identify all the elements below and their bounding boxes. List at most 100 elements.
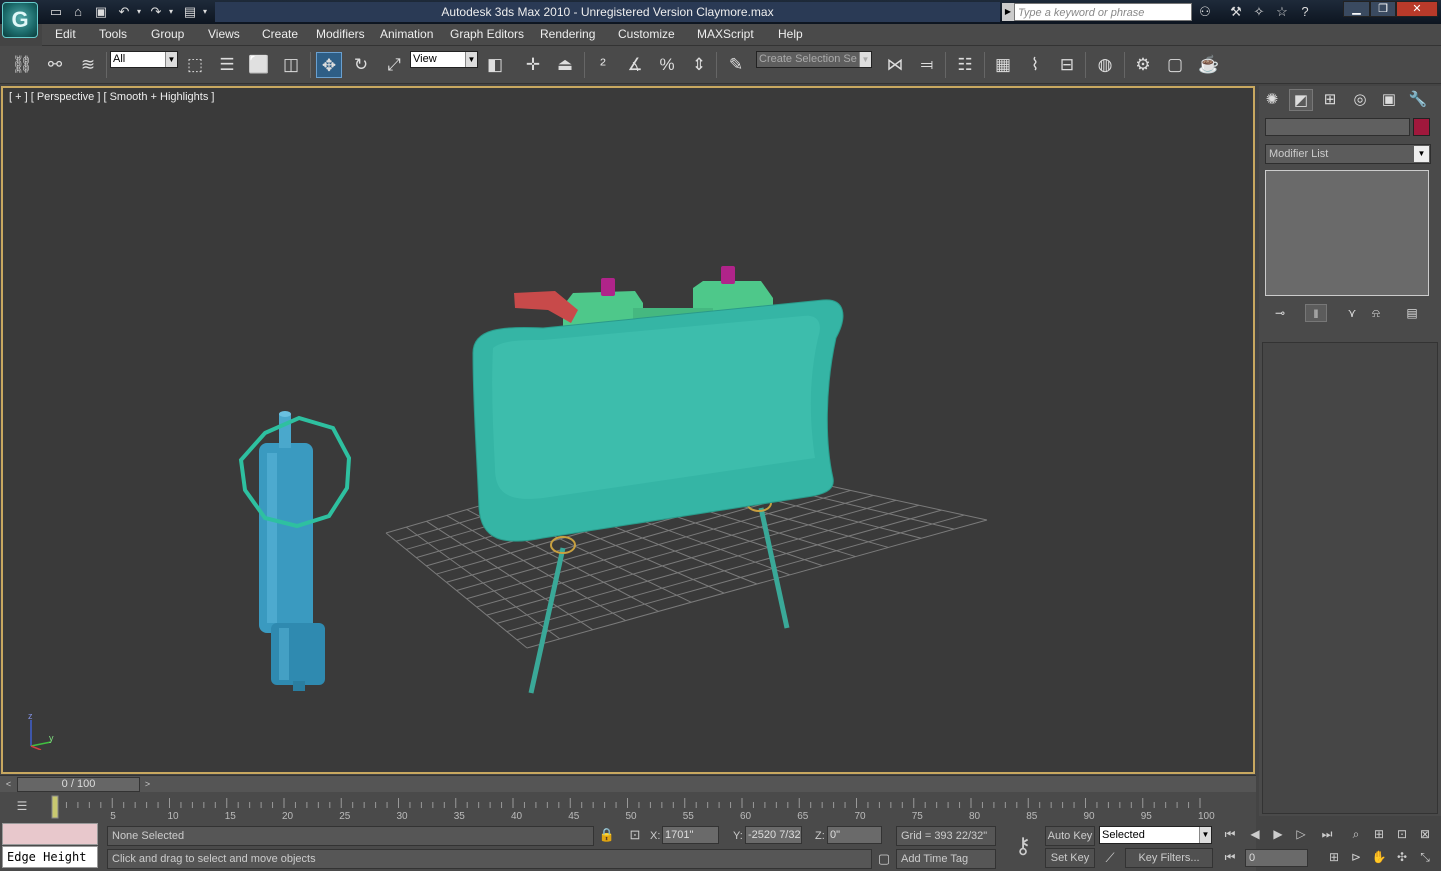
time-tag-icon[interactable]: ▢ — [875, 850, 893, 868]
save-icon[interactable]: ▣ — [93, 4, 109, 20]
tools-icon[interactable]: ⚒ — [1227, 3, 1245, 21]
time-slider[interactable]: < 0 / 100 > — [0, 775, 1256, 792]
x-coordinate-field[interactable]: 1701" — [662, 826, 719, 844]
field-of-view-icon[interactable]: ⊳ — [1346, 847, 1366, 867]
layer-manager-icon[interactable]: ☷ — [952, 52, 978, 78]
snaps-toggle-icon[interactable]: ² — [590, 52, 616, 78]
time-slider-thumb[interactable]: 0 / 100 — [17, 777, 140, 792]
previous-frame-icon[interactable]: ◀ — [1245, 824, 1265, 844]
bind-to-space-warp-icon[interactable]: ≋ — [75, 52, 101, 78]
menu-help[interactable]: Help — [778, 27, 803, 41]
go-to-start-icon[interactable]: ⏮ — [1220, 824, 1240, 844]
help-icon[interactable]: ? — [1296, 3, 1314, 21]
modify-tab-icon[interactable]: ◩ — [1289, 89, 1313, 111]
search-input[interactable]: Type a keyword or phrase — [1014, 3, 1192, 21]
window-crossing-icon[interactable]: ◫ — [278, 52, 304, 78]
maxscript-listener-mini[interactable] — [2, 823, 98, 845]
zoom-all-icon[interactable]: ⊞ — [1369, 824, 1389, 844]
menu-views[interactable]: Views — [208, 27, 240, 41]
zoom-extents-icon[interactable]: ⊡ — [1392, 824, 1412, 844]
undo-dropdown-icon[interactable]: ▾ — [134, 4, 144, 20]
motion-tab-icon[interactable]: ◎ — [1348, 89, 1372, 111]
current-time-marker[interactable] — [51, 795, 59, 819]
hierarchy-tab-icon[interactable]: ⊞ — [1318, 89, 1342, 111]
auto-key-button[interactable]: Auto Key — [1045, 826, 1095, 846]
modifier-list-dropdown[interactable]: Modifier List ▼ — [1265, 144, 1431, 164]
menu-rendering[interactable]: Rendering — [540, 27, 595, 41]
restore-icon[interactable]: ❐ — [1370, 1, 1396, 17]
percent-snap-icon[interactable]: % — [654, 52, 680, 78]
object-color-swatch[interactable] — [1413, 118, 1430, 136]
menu-group[interactable]: Group — [151, 27, 184, 41]
maximize-viewport-icon[interactable]: ⤡ — [1415, 847, 1435, 867]
edit-named-selection-icon[interactable]: ✎ — [723, 52, 749, 78]
key-filters-button[interactable]: Key Filters... — [1125, 848, 1213, 868]
close-icon[interactable]: ✕ — [1396, 1, 1438, 17]
menu-edit[interactable]: Edit — [55, 27, 76, 41]
menu-animation[interactable]: Animation — [380, 27, 433, 41]
select-and-manipulate-icon[interactable]: ✛ — [520, 52, 546, 78]
previous-frame-arrow[interactable]: < — [2, 778, 15, 791]
rectangular-selection-icon[interactable]: ⬜ — [246, 52, 272, 78]
select-and-rotate-icon[interactable]: ↻ — [348, 52, 374, 78]
set-keys-icon[interactable]: ⚷ — [1006, 832, 1040, 860]
utilities-tab-icon[interactable]: 🔧 — [1406, 89, 1430, 111]
key-mode-toggle-icon[interactable]: ⏮ — [1220, 847, 1240, 867]
undo-icon[interactable]: ↶ — [116, 4, 132, 20]
orbit-icon[interactable]: ✣ — [1392, 847, 1412, 867]
object-name-field[interactable] — [1265, 118, 1410, 136]
reference-coordinate-dropdown[interactable]: View ▼ — [410, 51, 478, 68]
open-file-icon[interactable]: ⌂ — [70, 4, 86, 20]
select-and-move-icon[interactable]: ✥ — [316, 52, 342, 78]
next-frame-icon[interactable]: ▷ — [1291, 824, 1311, 844]
render-production-icon[interactable]: ☕ — [1196, 52, 1222, 78]
minimize-icon[interactable]: ▁ — [1343, 1, 1370, 17]
communication-center-icon[interactable]: ✧ — [1250, 3, 1268, 21]
remove-modifier-icon[interactable]: ⍾ — [1365, 304, 1387, 322]
menu-customize[interactable]: Customize — [618, 27, 675, 41]
make-unique-icon[interactable]: ⋎ — [1341, 304, 1363, 322]
graphite-modeling-tools-icon[interactable]: ▦ — [990, 52, 1016, 78]
rendered-frame-window-icon[interactable]: ▢ — [1162, 52, 1188, 78]
perspective-viewport[interactable]: [ + ] [ Perspective ] [ Smooth + Highlig… — [1, 86, 1255, 774]
angle-snap-icon[interactable]: ∡ — [622, 52, 648, 78]
mirror-icon[interactable]: ⋈ — [882, 52, 908, 78]
absolute-mode-transform-icon[interactable]: ⊡ — [626, 826, 644, 844]
menu-create[interactable]: Create — [262, 27, 298, 41]
spinner-snap-icon[interactable]: ⇕ — [686, 52, 712, 78]
play-icon[interactable]: ▶ — [1268, 824, 1288, 844]
favorites-star-icon[interactable]: ☆ — [1273, 3, 1291, 21]
menu-graph-editors[interactable]: Graph Editors — [450, 27, 524, 41]
select-and-link-icon[interactable]: ⛓ — [9, 52, 35, 78]
binoculars-icon[interactable]: ⚇ — [1196, 3, 1214, 21]
modifier-stack[interactable] — [1265, 170, 1429, 296]
menu-maxscript[interactable]: MAXScript — [697, 27, 754, 41]
unlink-selection-icon[interactable]: ⚯ — [42, 52, 68, 78]
use-pivot-point-center-icon[interactable]: ◧ — [482, 52, 508, 78]
track-bar[interactable]: ☰ 5 10 15 20 25 30 35 40 45 50 55 60 65 70 75 80 85 90 95 1… — [0, 792, 1256, 822]
y-coordinate-field[interactable]: -2520 7/32 — [745, 826, 802, 844]
default-tangents-icon[interactable]: ⟋ — [1101, 849, 1119, 867]
create-tab-icon[interactable]: ✺ — [1260, 89, 1284, 111]
detonator-object[interactable] — [259, 411, 325, 691]
project-folder-icon[interactable]: ▤ — [182, 4, 198, 20]
selection-filter-dropdown[interactable]: All ▼ — [110, 51, 178, 68]
maxscript-mini-input[interactable]: Edge Height — [2, 846, 98, 868]
new-file-icon[interactable]: ▭ — [48, 4, 64, 20]
z-coordinate-field[interactable]: 0" — [827, 826, 882, 844]
schematic-view-icon[interactable]: ⊟ — [1054, 52, 1080, 78]
application-menu-button[interactable]: G — [2, 2, 38, 38]
configure-modifier-sets-icon[interactable]: ▤ — [1401, 304, 1423, 322]
next-frame-arrow[interactable]: > — [141, 778, 154, 791]
redo-dropdown-icon[interactable]: ▾ — [166, 4, 176, 20]
zoom-icon[interactable]: ⌕ — [1346, 824, 1366, 844]
qat-customize-icon[interactable]: ▾ — [200, 4, 210, 20]
key-mode-dropdown[interactable]: Selected ▼ — [1099, 826, 1212, 844]
pan-view-icon[interactable]: ✋ — [1369, 847, 1389, 867]
material-editor-icon[interactable]: ◍ — [1092, 52, 1118, 78]
set-key-button[interactable]: Set Key — [1045, 848, 1095, 868]
menu-modifiers[interactable]: Modifiers — [316, 27, 365, 41]
time-configuration-icon[interactable]: ⊞ — [1324, 847, 1344, 867]
named-selection-sets-field[interactable]: Create Selection Se ▼ — [756, 51, 872, 68]
lock-selection-icon[interactable]: 🔒 — [598, 826, 616, 844]
